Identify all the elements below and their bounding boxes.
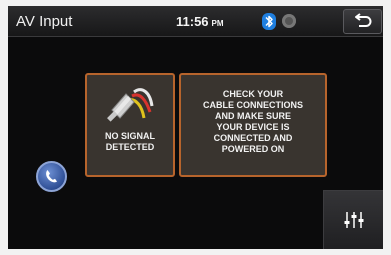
- instructions-line-6: POWERED ON: [221, 144, 285, 154]
- clock-time: 11:56: [176, 14, 209, 29]
- phone-icon: [38, 170, 65, 194]
- instructions-card: CHECK YOUR CABLE CONNECTIONS AND MAKE SU…: [179, 73, 327, 177]
- bluetooth-icon: [262, 13, 276, 30]
- instructions-line-5: CONNECTED AND: [213, 133, 293, 143]
- back-icon: [344, 13, 381, 37]
- no-signal-card: NO SIGNAL DETECTED: [85, 73, 175, 177]
- equalizer-icon: [324, 212, 383, 249]
- av-input-screen: AV Input 11:56 PM NO SIGNAL DETECTED CHE…: [8, 6, 383, 249]
- instructions-text: CHECK YOUR CABLE CONNECTIONS AND MAKE SU…: [187, 89, 319, 155]
- no-signal-line-1: NO SIGNAL: [104, 131, 155, 141]
- instructions-line-2: CABLE CONNECTIONS: [202, 100, 303, 110]
- no-signal-line-2: DETECTED: [105, 142, 155, 152]
- instructions-line-3: AND MAKE SURE: [214, 111, 291, 121]
- page-title: AV Input: [16, 13, 73, 30]
- cable-plug-icon: [104, 82, 156, 133]
- record-icon: [282, 14, 296, 28]
- instructions-line-1: CHECK YOUR: [222, 89, 284, 99]
- equalizer-button[interactable]: [323, 190, 383, 249]
- no-signal-text: NO SIGNAL DETECTED: [87, 131, 173, 153]
- instructions-line-4: YOUR DEVICE IS: [216, 122, 290, 132]
- clock: 11:56 PM: [176, 14, 224, 29]
- top-bar: AV Input 11:56 PM: [8, 6, 383, 37]
- clock-ampm: PM: [211, 19, 224, 28]
- back-button[interactable]: [343, 9, 382, 34]
- phone-button[interactable]: [36, 161, 67, 192]
